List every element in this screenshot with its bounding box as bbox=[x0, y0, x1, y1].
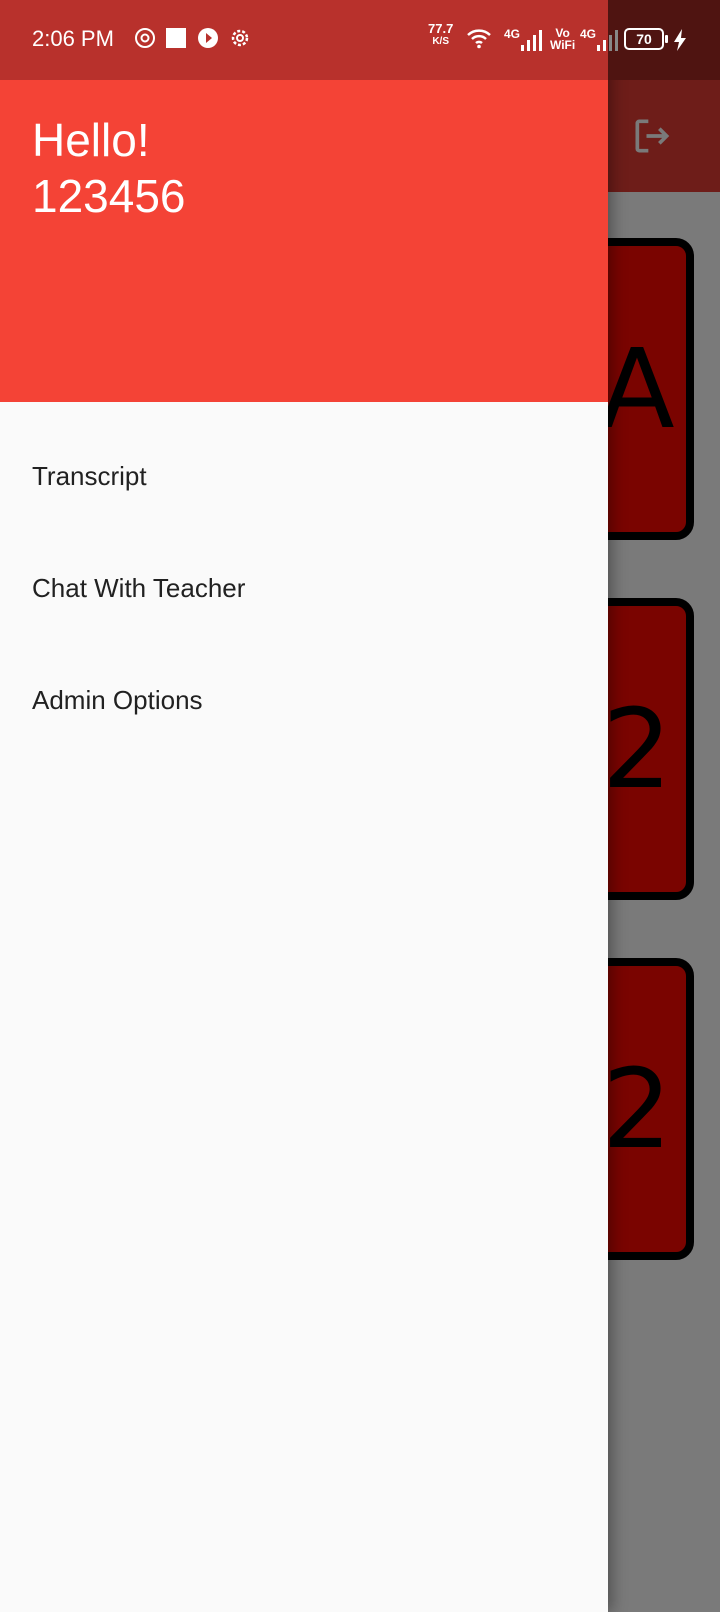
charging-bolt-icon bbox=[674, 29, 686, 51]
radio-target-icon bbox=[135, 28, 155, 48]
network-type-2: 4G bbox=[580, 27, 597, 41]
drawer-menu: Transcript Chat With Teacher Admin Optio… bbox=[0, 420, 608, 756]
menu-item-transcript[interactable]: Transcript bbox=[0, 420, 608, 532]
signal-strength-icon bbox=[521, 30, 542, 51]
network-type-1: 4G bbox=[504, 27, 521, 41]
menu-item-chat-with-teacher[interactable]: Chat With Teacher bbox=[0, 532, 608, 644]
signal-strength-2-icon bbox=[597, 30, 618, 51]
status-time: 2:06 PM bbox=[32, 26, 114, 51]
network-speed: 77.7 K/S bbox=[428, 22, 453, 48]
logout-icon[interactable] bbox=[630, 114, 674, 158]
battery-indicator: 70 bbox=[624, 28, 668, 50]
screen: A 2 2 Hello! 123456 Transcript Chat With… bbox=[0, 0, 720, 1612]
greeting-text: Hello! bbox=[32, 114, 150, 166]
media-play-icon bbox=[198, 28, 218, 48]
navigation-drawer: Hello! 123456 Transcript Chat With Teach… bbox=[0, 0, 608, 1612]
status-bar: 2:06 PM 77.7 K/S 4G Vo WiFi 4G 70 bbox=[0, 0, 720, 80]
user-id: 123456 bbox=[32, 170, 186, 222]
settings-gear-icon bbox=[231, 29, 249, 47]
drawer-greeting: Hello! 123456 bbox=[32, 112, 186, 224]
battery-level: 70 bbox=[636, 31, 652, 47]
network-speed-value: 77.7 bbox=[428, 21, 454, 36]
vowifi-label: Vo WiFi bbox=[550, 27, 575, 51]
network-speed-unit: K/S bbox=[432, 36, 449, 47]
menu-item-admin-options[interactable]: Admin Options bbox=[0, 644, 608, 756]
wifi-icon bbox=[467, 29, 491, 49]
stop-square-icon bbox=[166, 28, 186, 48]
vowifi-bottom: WiFi bbox=[550, 38, 576, 52]
